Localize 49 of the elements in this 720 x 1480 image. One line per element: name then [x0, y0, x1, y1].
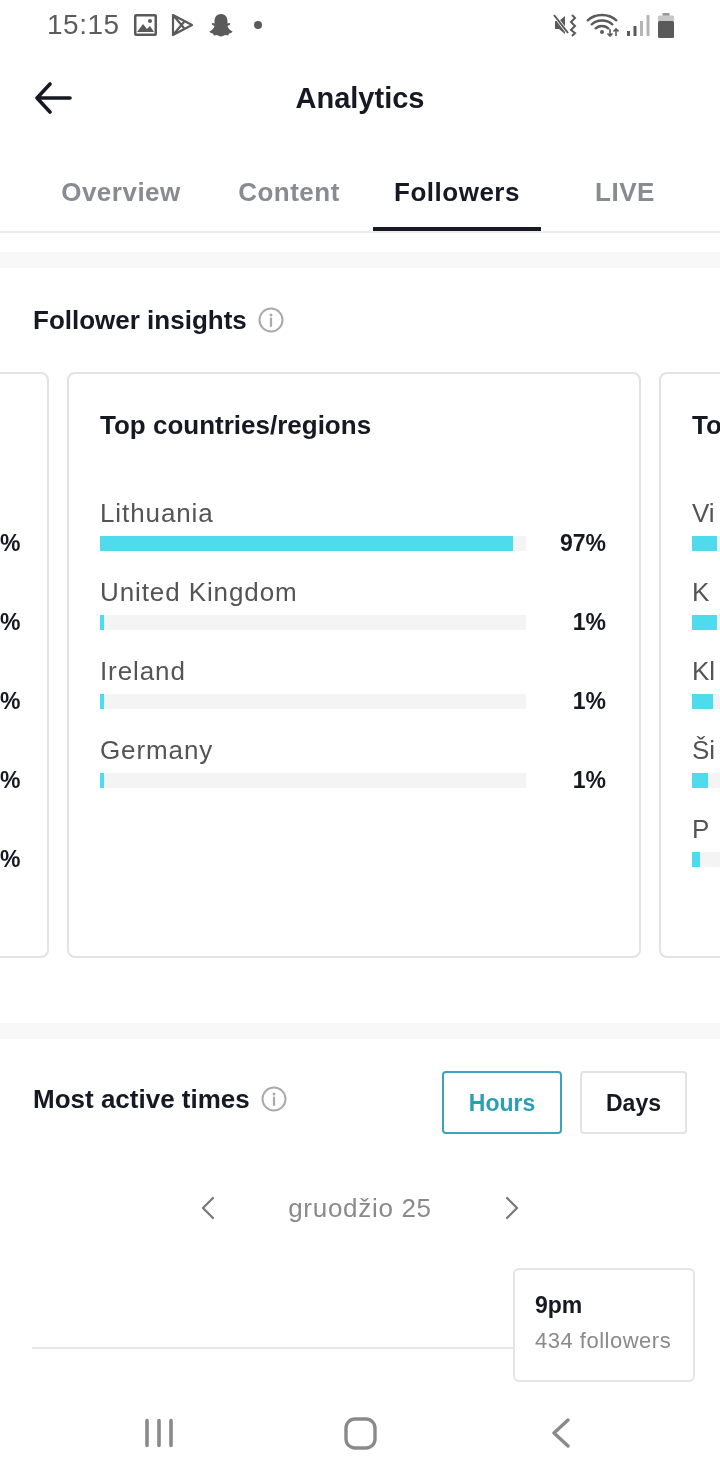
- percentage-value: %: [0, 845, 21, 874]
- page-title: Analytics: [295, 81, 425, 115]
- tab[interactable]: Followers: [373, 146, 541, 231]
- percentage-value: 1%: [571, 766, 606, 795]
- country-label: P: [692, 814, 710, 844]
- percentage-value: 97%: [558, 529, 606, 558]
- toggle-button[interactable]: Hours: [442, 1071, 562, 1134]
- card-title: To: [692, 410, 720, 440]
- back-icon[interactable]: [551, 1418, 571, 1448]
- tooltip-count: 434 followers: [535, 1328, 672, 1354]
- chevron-left-icon[interactable]: [200, 1196, 217, 1220]
- percentage-value: %: [0, 766, 21, 795]
- tab[interactable]: Content: [205, 146, 373, 231]
- percentage-value: 1%: [571, 608, 606, 637]
- country-label: Ireland: [100, 656, 186, 686]
- country-label: Germany: [100, 735, 214, 765]
- country-label: Lithuania: [100, 498, 214, 528]
- ghost-icon: [207, 13, 234, 37]
- info-icon[interactable]: [260, 1085, 287, 1112]
- wifi-icon: [585, 13, 619, 37]
- recents-icon[interactable]: [144, 1418, 174, 1448]
- play-triangle-icon: [169, 13, 195, 37]
- country-label: United Kingdom: [100, 577, 298, 607]
- percentage-value: %: [0, 687, 21, 716]
- battery-icon: [658, 12, 674, 38]
- percentage-value: %: [0, 608, 21, 637]
- country-label: Kl: [692, 656, 716, 686]
- country-label: K: [692, 577, 710, 607]
- info-icon[interactable]: [257, 307, 284, 333]
- country-label: Vi: [692, 498, 715, 528]
- percentage-value: 1%: [571, 687, 606, 716]
- section-title: Follower insights: [33, 304, 247, 336]
- back-arrow-icon[interactable]: [34, 82, 72, 114]
- image-icon: [133, 14, 157, 36]
- home-icon[interactable]: [343, 1416, 377, 1450]
- tab[interactable]: Overview: [37, 146, 205, 231]
- signal-icon: [626, 13, 651, 37]
- tab[interactable]: LIVE: [541, 146, 709, 231]
- tooltip-time: 9pm: [535, 1291, 583, 1319]
- chevron-right-icon[interactable]: [503, 1196, 520, 1220]
- card-title: Top countries/regions: [100, 410, 373, 440]
- percentage-value: %: [0, 529, 21, 558]
- dot-icon: [253, 21, 262, 29]
- toggle-button[interactable]: Days: [580, 1071, 687, 1134]
- muted-vibrate-icon: [553, 13, 578, 37]
- country-label: Ši: [692, 735, 716, 765]
- section-title: Most active times: [33, 1082, 250, 1115]
- status-time: 15:15: [47, 9, 120, 41]
- date-label: gruodžio 25: [288, 1192, 432, 1224]
